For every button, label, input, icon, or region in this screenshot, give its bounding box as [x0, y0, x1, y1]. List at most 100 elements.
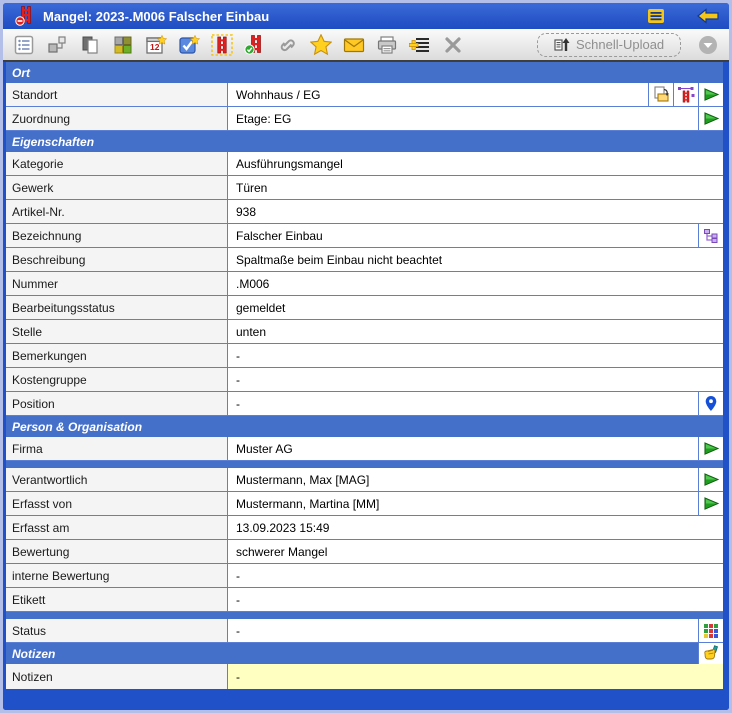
field-label: Standort	[6, 83, 228, 106]
quick-upload-label: Schnell-Upload	[576, 37, 664, 52]
field-row-verantwortlich: Verantwortlich Mustermann, Max [MAG]	[6, 468, 723, 492]
task-add-button[interactable]	[178, 34, 200, 56]
link-button[interactable]	[277, 34, 299, 56]
field-value[interactable]: Mustermann, Max [MAG]	[228, 468, 698, 491]
field-label: Position	[6, 392, 228, 415]
field-label: Gewerk	[6, 176, 228, 199]
field-label: Status	[6, 619, 228, 642]
section-title: Notizen	[12, 647, 698, 661]
goto-arrow-button[interactable]	[698, 492, 723, 515]
field-label: Notizen	[6, 664, 228, 689]
defect-done-button[interactable]	[244, 34, 266, 56]
field-value[interactable]: -	[228, 392, 698, 415]
note-add-icon	[409, 35, 431, 55]
field-row-erfasst-von: Erfasst von Mustermann, Martina [MM]	[6, 492, 723, 516]
field-row-zuordnung: Zuordnung Etage: EG	[6, 107, 723, 131]
field-label: Etikett	[6, 588, 228, 611]
assign-structure-button[interactable]	[673, 83, 698, 106]
field-value[interactable]: -	[228, 564, 723, 587]
goto-arrow-icon	[703, 472, 720, 487]
field-value[interactable]: Falscher Einbau	[228, 224, 698, 247]
field-value[interactable]: -	[228, 588, 723, 611]
field-row-interne-bewertung: interne Bewertung -	[6, 564, 723, 588]
section-header-ort: Ort	[6, 62, 723, 83]
defect-marked-icon	[211, 34, 233, 56]
calendar-add-button[interactable]: 12	[145, 34, 167, 56]
field-value[interactable]: 938	[228, 200, 723, 223]
field-value[interactable]: -	[228, 344, 723, 367]
field-value[interactable]: Wohnhaus / EG	[228, 83, 648, 106]
field-label: Erfasst am	[6, 516, 228, 539]
mail-button[interactable]	[343, 34, 365, 56]
field-label: Artikel-Nr.	[6, 200, 228, 223]
section-spacer	[6, 461, 723, 468]
field-value[interactable]: Etage: EG	[228, 107, 698, 130]
field-value[interactable]: .M006	[228, 272, 723, 295]
field-row-beschreibung: Beschreibung Spaltmaße beim Einbau nicht…	[6, 248, 723, 272]
favorite-star-button[interactable]	[310, 34, 332, 56]
form-list-icon	[14, 35, 34, 55]
field-value[interactable]: schwerer Mangel	[228, 540, 723, 563]
field-value[interactable]: Türen	[228, 176, 723, 199]
field-row-position: Position -	[6, 392, 723, 416]
goto-arrow-button[interactable]	[698, 437, 723, 460]
field-value[interactable]: -	[228, 619, 698, 642]
field-row-firma: Firma Muster AG	[6, 437, 723, 461]
field-row-notizen: Notizen -	[6, 664, 723, 689]
field-value[interactable]: -	[228, 664, 723, 689]
field-value[interactable]: gemeldet	[228, 296, 723, 319]
field-label: Verantwortlich	[6, 468, 228, 491]
field-label: Kostengruppe	[6, 368, 228, 391]
structure-icon	[47, 35, 67, 55]
note-edit-icon	[703, 645, 720, 662]
window-title: Mangel: 2023-.M006 Falscher Einbau	[43, 9, 269, 24]
field-row-erfasst-am: Erfasst am 13.09.2023 15:49	[6, 516, 723, 540]
goto-arrow-icon	[703, 87, 720, 102]
field-row-stelle: Stelle unten	[6, 320, 723, 344]
form-list-button[interactable]	[13, 34, 35, 56]
defect-marked-button[interactable]	[211, 34, 233, 56]
tiles-button[interactable]	[112, 34, 134, 56]
section-header-person: Person & Organisation	[6, 416, 723, 437]
field-value[interactable]: Ausführungsmangel	[228, 152, 723, 175]
defect-app-icon	[15, 6, 35, 26]
window-chrome: Mangel: 2023-.M006 Falscher Einbau	[3, 3, 729, 710]
toolbar-dropdown-button[interactable]	[697, 34, 719, 56]
favorite-star-icon	[310, 34, 332, 56]
goto-arrow-button[interactable]	[698, 107, 723, 130]
field-row-bemerkungen: Bemerkungen -	[6, 344, 723, 368]
copy-icon	[80, 35, 100, 55]
goto-arrow-icon	[703, 111, 720, 126]
structure-button[interactable]	[46, 34, 68, 56]
menu-button[interactable]	[645, 6, 667, 26]
field-label: Stelle	[6, 320, 228, 343]
note-add-button[interactable]	[409, 34, 431, 56]
field-value[interactable]: Muster AG	[228, 437, 698, 460]
status-grid-button[interactable]	[698, 619, 723, 642]
field-label: Zuordnung	[6, 107, 228, 130]
field-value[interactable]: Mustermann, Martina [MM]	[228, 492, 698, 515]
note-edit-button[interactable]	[698, 643, 723, 664]
hierarchy-icon	[703, 228, 720, 244]
copy-transfer-icon	[652, 86, 670, 103]
field-value[interactable]: 13.09.2023 15:49	[228, 516, 723, 539]
section-title: Eigenschaften	[12, 135, 723, 149]
copy-button[interactable]	[79, 34, 101, 56]
upload-icon	[554, 37, 570, 53]
goto-arrow-button[interactable]	[698, 83, 723, 106]
quick-upload-button[interactable]: Schnell-Upload	[537, 33, 681, 57]
close-button[interactable]	[442, 34, 464, 56]
hierarchy-button[interactable]	[698, 224, 723, 247]
copy-transfer-button[interactable]	[648, 83, 673, 106]
back-button[interactable]	[697, 6, 719, 26]
field-value[interactable]: unten	[228, 320, 723, 343]
link-icon	[278, 35, 298, 55]
field-value[interactable]: -	[228, 368, 723, 391]
field-label: Nummer	[6, 272, 228, 295]
field-label: Bezeichnung	[6, 224, 228, 247]
field-value[interactable]: Spaltmaße beim Einbau nicht beachtet	[228, 248, 723, 271]
map-pin-button[interactable]	[698, 392, 723, 415]
print-button[interactable]	[376, 34, 398, 56]
assign-structure-icon	[677, 86, 695, 103]
goto-arrow-button[interactable]	[698, 468, 723, 491]
